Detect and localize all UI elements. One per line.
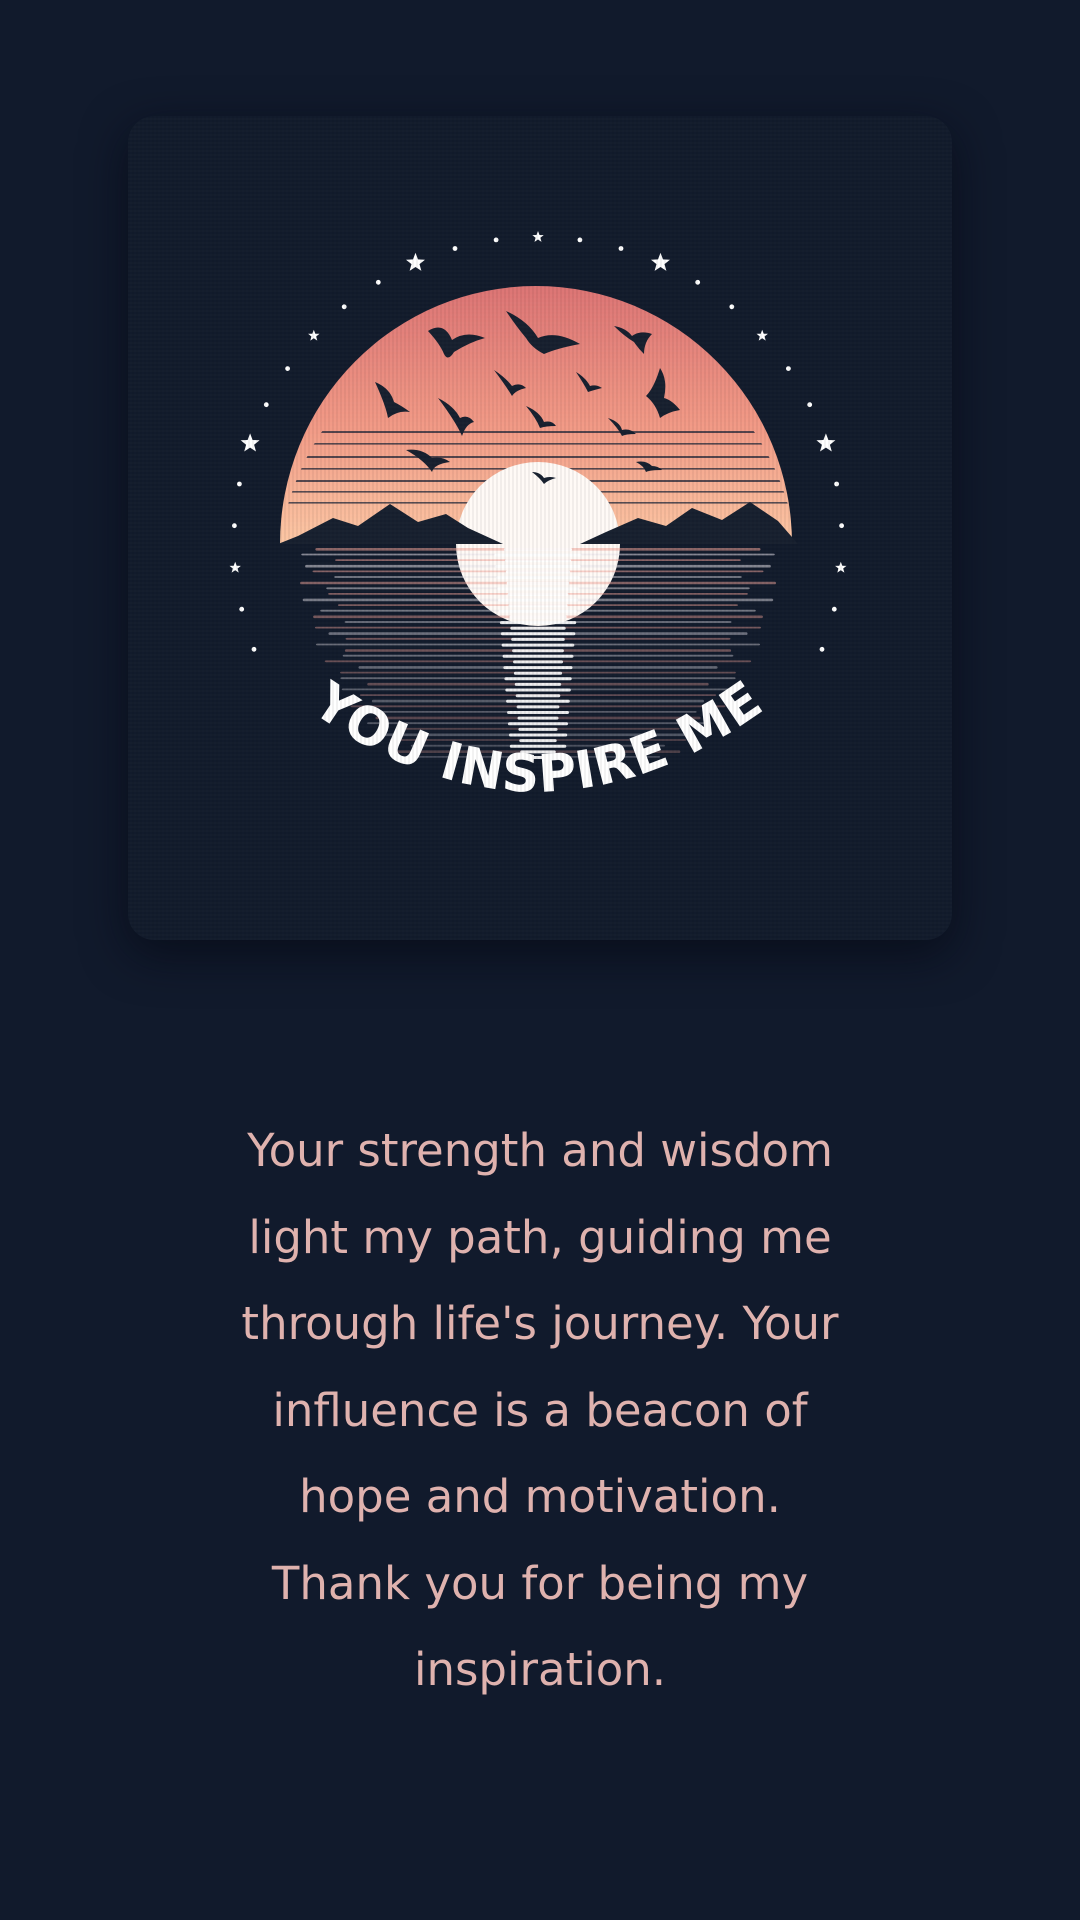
star-dot xyxy=(834,481,839,487)
sun-reflection xyxy=(497,587,579,591)
message-line-7: inspiration. xyxy=(413,1643,667,1696)
star-dot xyxy=(807,402,813,408)
sun-reflection xyxy=(512,649,564,653)
inspiration-message: Your strength and wisdom light my path, … xyxy=(150,1108,930,1714)
sun-reflection xyxy=(504,677,572,681)
sun-reflection xyxy=(501,643,575,647)
message-line-6: Thank you for being my xyxy=(271,1556,809,1610)
sun-reflection xyxy=(514,682,562,686)
sun-reflection xyxy=(505,570,571,574)
sun-reflection xyxy=(519,739,557,743)
star-dot xyxy=(695,279,701,285)
star-dot xyxy=(819,646,825,652)
star-icon xyxy=(835,561,847,573)
sun-reflection xyxy=(513,660,563,664)
sun-reflection xyxy=(498,598,578,602)
message-line-1: Your strength and wisdom xyxy=(247,1124,833,1177)
sunset-illustration: YOU INSPIRE ME xyxy=(229,231,847,805)
star-icon xyxy=(229,561,241,573)
sun-reflection xyxy=(496,576,580,580)
sun-reflection xyxy=(494,553,582,557)
star-dot xyxy=(452,246,458,251)
sun-reflection xyxy=(507,711,569,714)
star-dot xyxy=(618,246,624,251)
sun-reflection xyxy=(504,559,572,563)
message-line-4: influence is a beacon of xyxy=(272,1383,808,1437)
message-line-3: through life's journey. Your xyxy=(241,1297,839,1350)
sun-reflection xyxy=(502,654,574,658)
sun-reflection xyxy=(503,666,573,670)
star-dot xyxy=(263,402,269,408)
star-icon xyxy=(308,329,320,341)
star-dot xyxy=(341,304,347,310)
sun-reflection xyxy=(500,632,576,636)
star-icon xyxy=(651,252,670,271)
star-icon xyxy=(816,433,836,452)
star-dot xyxy=(493,237,499,243)
sun-reflection xyxy=(504,548,572,551)
star-dot xyxy=(237,481,242,487)
star-dot xyxy=(786,366,791,371)
star-dot xyxy=(375,279,381,285)
sun-reflection xyxy=(505,688,571,692)
message-line-2: light my path, guiding me xyxy=(248,1210,832,1264)
sun-reflection xyxy=(513,671,563,675)
sun-reflection xyxy=(509,615,567,619)
sun-reflection xyxy=(506,699,570,703)
star-dot xyxy=(232,523,237,529)
star-icon xyxy=(240,433,260,452)
sun-reflection xyxy=(508,604,568,608)
star-dot xyxy=(839,523,844,529)
star-dot xyxy=(239,606,245,612)
sun-reflection xyxy=(511,637,565,641)
artwork-card: YOU INSPIRE ME xyxy=(128,116,952,940)
sun-reflection xyxy=(507,722,568,726)
sun-reflection xyxy=(518,727,558,731)
star-dot xyxy=(831,606,837,612)
sun-reflection xyxy=(495,564,581,568)
star-dot xyxy=(251,646,257,652)
star-icon xyxy=(406,252,425,271)
star-icon xyxy=(532,231,544,242)
star-dot xyxy=(577,237,583,243)
star-dot xyxy=(729,304,735,310)
sun-reflection xyxy=(506,581,570,585)
star-icon xyxy=(756,329,768,341)
sun-reflection xyxy=(510,626,566,630)
sun-reflection xyxy=(499,621,577,625)
sun-reflection xyxy=(507,593,569,596)
star-dot xyxy=(285,366,290,371)
sun-reflection xyxy=(517,716,559,720)
message-line-5: hope and motivation. xyxy=(299,1470,781,1523)
sun-reflection xyxy=(508,733,568,737)
sun-reflection xyxy=(498,609,577,613)
sun-reflection xyxy=(516,705,560,709)
sun-reflection xyxy=(515,694,561,698)
